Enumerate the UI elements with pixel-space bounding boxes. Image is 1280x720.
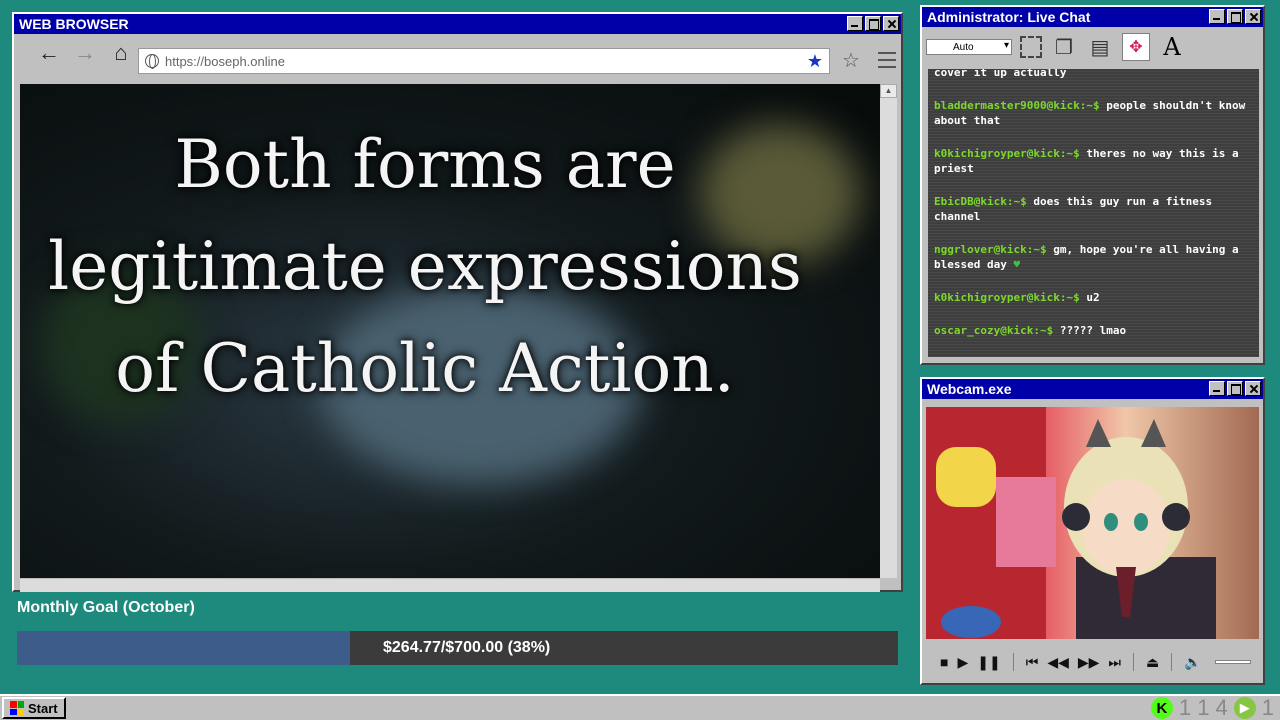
video-viewport[interactable]: Both forms are legitimate expressions of… bbox=[20, 84, 880, 578]
video-caption: Both forms are legitimate expressions of… bbox=[48, 126, 802, 407]
media-controls: ■ ▶ ❚❚ ⏮ ◀◀ ▶▶ ⏭ ⏏ 🔈 bbox=[926, 647, 1259, 677]
minimize-button[interactable] bbox=[1209, 381, 1225, 396]
maximize-button[interactable] bbox=[865, 16, 881, 31]
tray-count: 4 bbox=[1215, 695, 1228, 720]
browser-titlebar[interactable]: WEB BROWSER bbox=[14, 14, 901, 34]
chat-username[interactable]: EbicDB@kick:~$ bbox=[934, 195, 1027, 208]
goal-amount: $264.77/$700.00 (38%) bbox=[383, 639, 551, 656]
kick-viewer-count: 1 1 bbox=[1178, 695, 1210, 720]
browser-title: WEB BROWSER bbox=[19, 16, 129, 32]
play-icon[interactable]: ▶ bbox=[957, 654, 968, 671]
avatar-illustration bbox=[926, 407, 1216, 639]
start-button[interactable]: Start bbox=[2, 697, 66, 719]
bookmarked-star-icon[interactable]: ★ bbox=[807, 51, 823, 72]
chat-message: EbicDB@kick:~$ does this guy run a fitne… bbox=[934, 194, 1253, 224]
maximize-button[interactable] bbox=[1227, 9, 1243, 24]
chat-message: bladdermaster9000@kick:~$ people shouldn… bbox=[934, 98, 1253, 128]
hamburger-menu-icon[interactable] bbox=[878, 52, 896, 68]
browser-window: WEB BROWSER ← → ⌂ https://boseph.online … bbox=[12, 12, 903, 592]
taskbar: Start K 1 1 4 ▶ 1 bbox=[0, 694, 1280, 720]
auto-dropdown[interactable]: Auto bbox=[926, 39, 1012, 55]
webcam-feed bbox=[926, 407, 1259, 639]
select-region-icon[interactable] bbox=[1020, 36, 1042, 58]
vertical-scrollbar[interactable]: ▲ bbox=[880, 84, 897, 578]
chat-message: oscar_cozy@kick:~$ ????? lmao bbox=[934, 323, 1253, 338]
close-button[interactable] bbox=[1245, 381, 1261, 396]
chat-username[interactable]: oscar_cozy@kick:~$ bbox=[934, 324, 1053, 337]
chat-username[interactable]: k0kichigroyper@kick:~$ bbox=[934, 291, 1080, 304]
chat-text: ????? lmao bbox=[1053, 324, 1127, 337]
copy-icon[interactable]: ❐ bbox=[1050, 33, 1078, 61]
goal-progress-fill bbox=[17, 631, 350, 665]
chat-username[interactable]: k0kichigroyper@kick:~$ bbox=[934, 147, 1080, 160]
chat-partial-message: cover it up actually bbox=[934, 69, 1067, 79]
webcam-window: Webcam.exe ■ ▶ ❚❚ ⏮ ◀◀ ▶▶ ⏭ ⏏ 🔈 bbox=[920, 377, 1265, 685]
chat-username[interactable]: nggrlover@kick:~$ bbox=[934, 243, 1047, 256]
fast-forward-icon[interactable]: ▶▶ bbox=[1078, 654, 1100, 671]
start-label: Start bbox=[28, 700, 58, 716]
chat-titlebar[interactable]: Administrator: Live Chat bbox=[922, 7, 1263, 27]
maximize-button[interactable] bbox=[1227, 381, 1243, 396]
font-icon[interactable]: A bbox=[1158, 33, 1186, 61]
separator bbox=[1171, 653, 1173, 671]
scroll-up-icon[interactable]: ▲ bbox=[880, 84, 897, 98]
rumble-viewer-count: 1 bbox=[1261, 695, 1274, 720]
url-text[interactable]: https://boseph.online bbox=[165, 54, 285, 69]
minimize-button[interactable] bbox=[1209, 9, 1225, 24]
volume-slider[interactable] bbox=[1214, 660, 1251, 664]
webcam-titlebar[interactable]: Webcam.exe bbox=[922, 379, 1263, 399]
chat-message: nggrlover@kick:~$ gm, hope you're all ha… bbox=[934, 242, 1253, 272]
back-icon[interactable]: ← bbox=[36, 40, 62, 66]
webcam-title: Webcam.exe bbox=[927, 381, 1012, 397]
chat-text: u2 bbox=[1079, 291, 1100, 304]
kick-icon: K bbox=[1150, 697, 1173, 719]
windows-logo-icon bbox=[10, 701, 24, 715]
chat-username[interactable]: bladdermaster9000@kick:~$ bbox=[934, 99, 1100, 112]
close-button[interactable] bbox=[883, 16, 899, 31]
forward-icon[interactable]: → bbox=[72, 40, 98, 66]
chat-window: Administrator: Live Chat Auto ❐ ▤ ✥ A co… bbox=[920, 5, 1265, 365]
home-icon[interactable]: ⌂ bbox=[108, 40, 134, 66]
stop-icon[interactable]: ■ bbox=[940, 654, 948, 670]
goal-label: Monthly Goal (October) bbox=[17, 599, 195, 616]
separator bbox=[1133, 653, 1135, 671]
volume-icon[interactable]: 🔈 bbox=[1184, 654, 1201, 671]
rewind-icon[interactable]: ◀◀ bbox=[1047, 654, 1069, 671]
address-bar[interactable]: https://boseph.online ★ bbox=[138, 48, 830, 74]
bookmark-star-icon[interactable]: ☆ bbox=[842, 48, 860, 73]
horizontal-scrollbar[interactable] bbox=[20, 578, 880, 592]
globe-icon bbox=[145, 54, 159, 69]
separator bbox=[1012, 653, 1014, 671]
system-tray: K 1 1 4 ▶ 1 bbox=[1150, 695, 1274, 720]
chat-message: k0kichigroyper@kick:~$ u2 bbox=[934, 290, 1253, 305]
pause-icon[interactable]: ❚❚ bbox=[977, 654, 1000, 671]
eject-icon[interactable]: ⏏ bbox=[1146, 654, 1159, 671]
close-button[interactable] bbox=[1245, 9, 1261, 24]
minimize-button[interactable] bbox=[847, 16, 863, 31]
heart-icon: ♥ bbox=[1013, 258, 1021, 271]
chat-title: Administrator: Live Chat bbox=[927, 9, 1091, 25]
chat-toolbar: Auto ❐ ▤ ✥ A bbox=[922, 27, 1263, 67]
goal-progress-bar: $264.77/$700.00 (38%) bbox=[17, 631, 898, 665]
skip-forward-icon[interactable]: ⏭ bbox=[1108, 654, 1121, 671]
chat-messages[interactable]: cover it up actually bladdermaster9000@k… bbox=[928, 69, 1259, 357]
skip-back-icon[interactable]: ⏮ bbox=[1026, 654, 1039, 671]
rumble-icon: ▶ bbox=[1233, 697, 1256, 719]
chat-message: k0kichigroyper@kick:~$ theres no way thi… bbox=[934, 146, 1253, 176]
move-icon[interactable]: ✥ bbox=[1122, 33, 1150, 61]
paste-icon[interactable]: ▤ bbox=[1086, 33, 1114, 61]
